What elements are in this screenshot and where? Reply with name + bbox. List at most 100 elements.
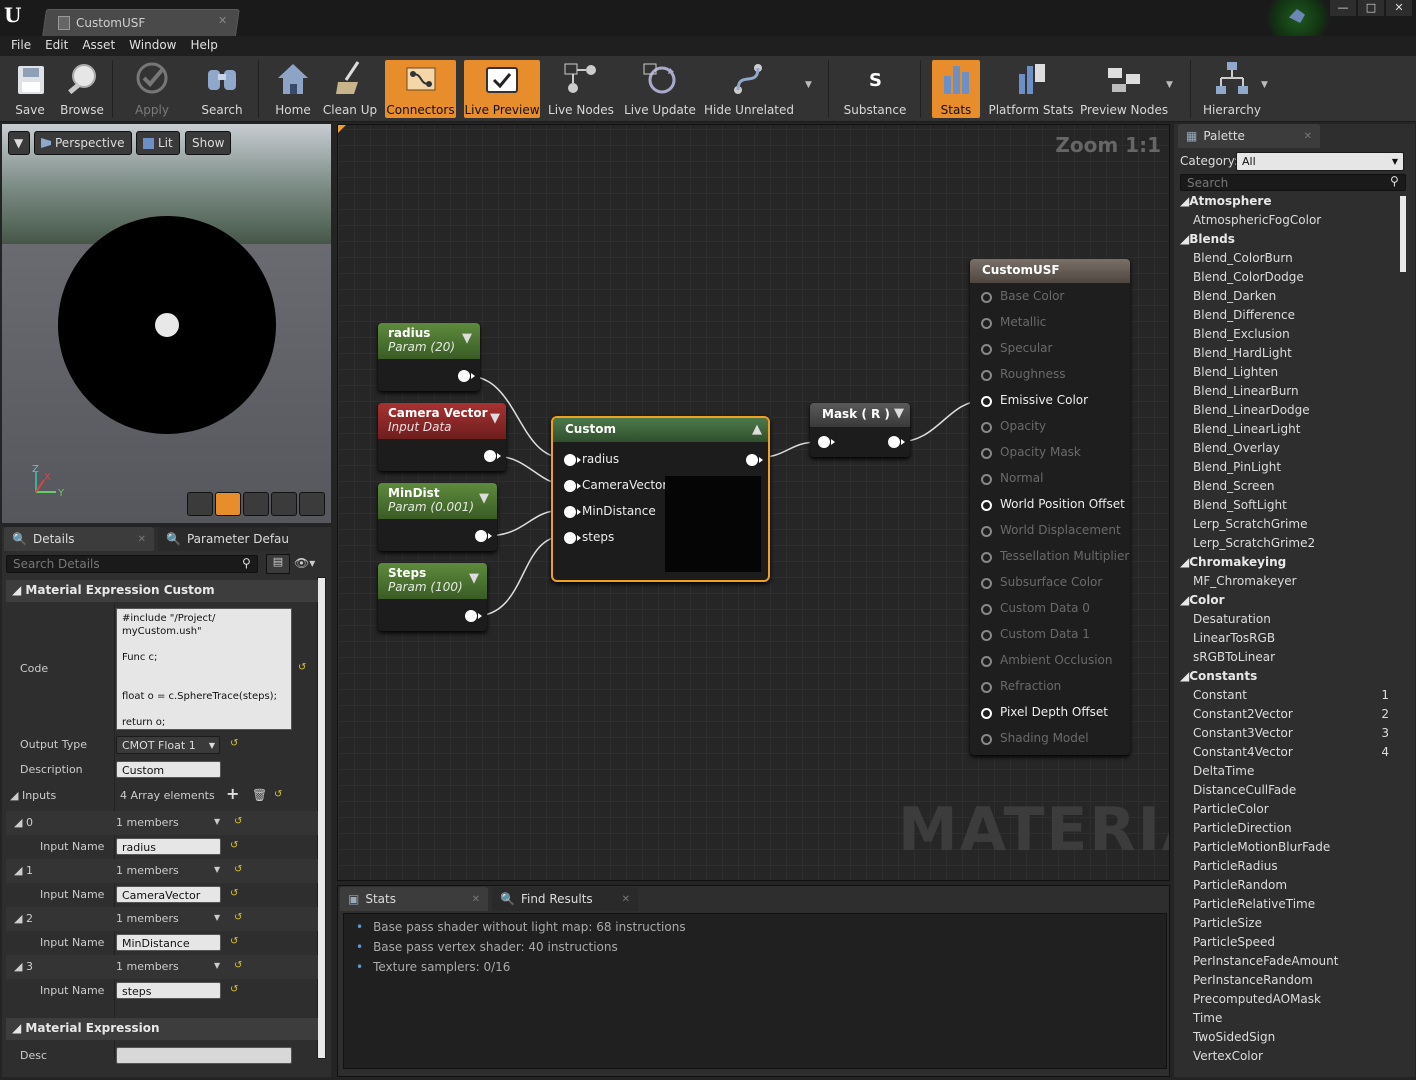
minimize-button[interactable]: — xyxy=(1330,0,1356,16)
save-button[interactable]: Save xyxy=(6,60,54,118)
trash-icon[interactable]: 🗑 xyxy=(252,788,267,802)
preview-cylinder-icon[interactable] xyxy=(187,492,213,516)
palette-category[interactable]: ◢Chromakeying xyxy=(1180,555,1286,569)
more-options-chevron-icon[interactable]: ▼ xyxy=(805,80,812,90)
section-material-expression-custom[interactable]: ◢ Material Expression Custom xyxy=(6,580,318,602)
unreal-logo-icon[interactable]: U xyxy=(4,3,26,27)
chevron-down-icon[interactable]: ▼ xyxy=(214,913,220,922)
reset-input-icon[interactable]: ↺ xyxy=(234,816,242,827)
palette-item[interactable]: Blend_ColorBurn xyxy=(1193,251,1293,265)
palette-item[interactable]: ParticleRadius xyxy=(1193,859,1278,873)
palette-item[interactable]: PerInstanceRandom xyxy=(1193,973,1313,987)
node-camera-vector[interactable]: Camera Vector Input Data ▼ xyxy=(378,403,506,471)
close-icon[interactable]: ✕ xyxy=(622,894,630,905)
palette-item[interactable]: VertexColor xyxy=(1193,1049,1263,1063)
node-mindist[interactable]: MinDist Param (0.001) ▼ xyxy=(378,483,497,551)
menu-file[interactable]: File xyxy=(4,36,38,56)
palette-item[interactable]: ParticleMotionBlurFade xyxy=(1193,840,1330,854)
result-input-pin[interactable] xyxy=(981,630,992,641)
palette-category[interactable]: ◢Constants xyxy=(1180,669,1257,683)
preview-plane-icon[interactable] xyxy=(243,492,269,516)
result-input-pin[interactable] xyxy=(981,292,992,303)
menu-asset[interactable]: Asset xyxy=(75,36,122,56)
description-field[interactable]: Custom xyxy=(116,761,221,778)
tab-close-icon[interactable]: ✕ xyxy=(218,14,227,27)
reset-input-icon[interactable]: ↺ xyxy=(234,864,242,875)
result-input-pin[interactable] xyxy=(981,422,992,433)
preview-sphere-icon[interactable] xyxy=(215,492,241,516)
result-input-pin[interactable] xyxy=(981,344,992,355)
palette-item[interactable]: Constant xyxy=(1193,688,1247,702)
reset-input-name-icon[interactable]: ↺ xyxy=(230,936,238,947)
result-input-pin[interactable] xyxy=(981,656,992,667)
palette-item[interactable]: Blend_PinLight xyxy=(1193,460,1281,474)
output-pin[interactable] xyxy=(484,450,501,462)
palette-item[interactable]: ParticleSize xyxy=(1193,916,1262,930)
palette-search-input[interactable]: Search xyxy=(1180,174,1406,191)
cleanup-button[interactable]: Clean Up xyxy=(322,60,378,118)
palette-item[interactable]: Lerp_ScratchGrime xyxy=(1193,517,1307,531)
reset-input-icon[interactable]: ↺ xyxy=(234,960,242,971)
result-input-pin[interactable] xyxy=(981,448,992,459)
result-input-pin[interactable] xyxy=(981,578,992,589)
palette-item[interactable]: Desaturation xyxy=(1193,612,1271,626)
code-textarea[interactable]: #include "/Project/myCustom.ush" Func c; f… xyxy=(116,608,292,730)
close-button[interactable]: ✕ xyxy=(1386,0,1412,16)
reset-input-icon[interactable]: ↺ xyxy=(234,912,242,923)
search-button[interactable]: Search xyxy=(198,60,246,118)
result-input-pin[interactable] xyxy=(981,318,992,329)
node-radius[interactable]: radius Param (20) ▼ xyxy=(378,323,480,391)
tab-parameter-defaults[interactable]: 🔍Parameter Defaults xyxy=(158,527,288,551)
connectors-button[interactable]: Connectors xyxy=(385,60,456,118)
category-dropdown[interactable]: All ▼ xyxy=(1236,152,1404,171)
input-element-index[interactable]: ◢ 0 xyxy=(14,816,33,829)
collapse-chevron-icon[interactable]: ▼ xyxy=(479,491,489,506)
input-name-field[interactable]: CameraVector xyxy=(116,886,221,903)
hierarchy-button[interactable]: Hierarchy xyxy=(1202,60,1262,118)
palette-item[interactable]: ParticleRelativeTime xyxy=(1193,897,1315,911)
reset-input-name-icon[interactable]: ↺ xyxy=(230,888,238,899)
palette-item[interactable]: sRGBToLinear xyxy=(1193,650,1275,664)
live-update-button[interactable]: Live Update xyxy=(624,60,696,118)
input-pin[interactable] xyxy=(818,436,835,448)
result-input-pin[interactable] xyxy=(981,500,992,511)
tab-stats[interactable]: ▣ Stats ✕ xyxy=(340,887,488,911)
palette-item[interactable]: ParticleSpeed xyxy=(1193,935,1275,949)
live-preview-button[interactable]: Live Preview xyxy=(464,60,540,118)
palette-item[interactable]: TwoSidedSign xyxy=(1193,1030,1275,1044)
node-steps[interactable]: Steps Param (100) ▼ xyxy=(378,563,487,631)
perspective-button[interactable]: Perspective xyxy=(34,131,132,155)
palette-item[interactable]: DistanceCullFade xyxy=(1193,783,1296,797)
palette-item[interactable]: Blend_Difference xyxy=(1193,308,1295,322)
palette-item[interactable]: Blend_LinearBurn xyxy=(1193,384,1299,398)
menu-edit[interactable]: Edit xyxy=(38,36,75,56)
palette-item[interactable]: Blend_Darken xyxy=(1193,289,1276,303)
palette-item[interactable]: Blend_LinearLight xyxy=(1193,422,1300,436)
result-input-pin[interactable] xyxy=(981,396,992,407)
tab-palette[interactable]: ▦ Palette ✕ xyxy=(1178,124,1320,148)
input-pin-cameravector[interactable] xyxy=(564,480,581,492)
add-element-icon[interactable]: + xyxy=(226,784,239,803)
palette-item[interactable]: DeltaTime xyxy=(1193,764,1254,778)
details-scrollbar[interactable] xyxy=(317,577,326,1059)
palette-category[interactable]: ◢Color xyxy=(1180,593,1225,607)
input-name-field[interactable]: steps xyxy=(116,982,221,999)
palette-item[interactable]: Constant2Vector xyxy=(1193,707,1293,721)
preview-nodes-chevron-icon[interactable]: ▼ xyxy=(1166,80,1173,90)
palette-item[interactable]: MF_Chromakeyer xyxy=(1193,574,1297,588)
section-material-expression[interactable]: ◢ Material Expression xyxy=(6,1018,318,1040)
material-graph-canvas[interactable]: Zoom 1:1 MATERIAL radiusParam (20) ▼ Cam… xyxy=(337,124,1170,881)
output-pin[interactable] xyxy=(458,370,475,382)
close-icon[interactable]: ✕ xyxy=(1304,131,1312,142)
collapse-chevron-icon[interactable]: ▼ xyxy=(462,331,472,346)
input-element-index[interactable]: ◢ 3 xyxy=(14,960,33,973)
reset-input-name-icon[interactable]: ↺ xyxy=(230,840,238,851)
menu-help[interactable]: Help xyxy=(183,36,224,56)
collapse-arrow-icon[interactable]: ▲ xyxy=(752,422,762,437)
hierarchy-chevron-icon[interactable]: ▼ xyxy=(1261,80,1268,90)
preview-custom-mesh-icon[interactable] xyxy=(299,492,325,516)
input-name-field[interactable]: radius xyxy=(116,838,221,855)
collapse-chevron-icon[interactable]: ▼ xyxy=(469,571,479,586)
palette-item[interactable]: Constant3Vector xyxy=(1193,726,1293,740)
maximize-button[interactable]: □ xyxy=(1358,0,1384,16)
